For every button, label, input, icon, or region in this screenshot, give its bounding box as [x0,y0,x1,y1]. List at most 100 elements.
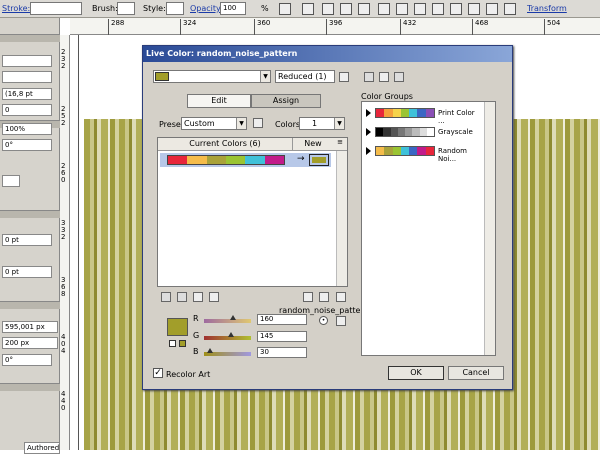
color-groups-scrollbar[interactable] [484,102,495,355]
stroke-field[interactable] [30,2,82,15]
align-panel-header[interactable] [0,383,60,391]
distribute-bottom-icon[interactable] [468,3,480,15]
table-menu-icon[interactable]: ≡ [333,138,347,151]
color-group-swatches[interactable] [375,127,435,137]
chevron-down-icon[interactable]: ▼ [334,118,344,129]
color-group-row[interactable]: Grayscale [362,125,482,139]
color-swatch[interactable] [187,156,207,164]
active-colors-field[interactable]: Reduced (1) [275,70,335,83]
expand-triangle-icon[interactable] [366,109,371,117]
new-group-icon[interactable] [379,72,389,82]
align-top-icon[interactable] [378,3,390,15]
recolor-art-checkbox[interactable]: ✓ [153,368,163,378]
distribute-center-icon[interactable] [504,3,516,15]
color-swatch[interactable] [225,156,246,164]
table-scrollbar[interactable] [336,151,347,286]
rotation-field[interactable]: 0° [2,139,52,151]
table-row[interactable]: → [160,153,331,167]
align-right-icon[interactable] [358,3,370,15]
brush-picker[interactable] [117,2,135,15]
distribute-middle-icon[interactable] [450,3,462,15]
preset-select[interactable]: Custom ▼ [181,117,247,130]
save-changes-icon[interactable] [339,72,349,82]
tab-assign[interactable]: Assign [251,94,321,108]
tracking-field[interactable]: 0 [2,104,52,116]
dialog-title[interactable]: Live Color: random_noise_pattern [143,46,512,62]
limit-to-library-icon[interactable] [336,316,346,326]
panel-select-1[interactable] [2,55,52,67]
arrow-right-icon[interactable]: → [297,154,305,164]
width-field[interactable]: 595,001 px [2,321,58,333]
distribute-left-icon[interactable] [486,3,498,15]
space-field[interactable]: 0 pt [2,266,52,278]
shear-field[interactable]: 0° [2,354,52,366]
height-field[interactable]: 200 px [2,337,58,349]
g-slider-thumb[interactable] [227,332,234,337]
preset-options-icon[interactable] [253,118,263,128]
fill-color-preview[interactable] [167,318,188,336]
expand-triangle-icon[interactable] [366,147,371,155]
paragraph-panel-header[interactable] [0,210,60,218]
exclude-colors-icon[interactable] [193,292,203,302]
style-picker[interactable] [166,2,184,15]
current-colors-swatches[interactable] [167,155,285,165]
panel-select-2[interactable] [2,71,52,83]
indent-field[interactable]: 0 pt [2,234,52,246]
color-group-swatches[interactable] [375,108,435,118]
randomize-order-icon[interactable] [303,292,313,302]
merge-colors-icon[interactable] [161,292,171,302]
expand-triangle-icon[interactable] [366,128,371,136]
b-slider[interactable] [204,348,251,356]
recolor-artwork-icon[interactable] [279,3,291,15]
cube-icon[interactable] [169,340,176,347]
color-group-row[interactable]: Print Color ... [362,106,482,125]
g-slider[interactable] [204,332,251,340]
separate-colors-icon[interactable] [177,292,187,302]
new-row-icon[interactable] [209,292,219,302]
color-swatch[interactable] [245,156,265,164]
chevron-down-icon[interactable]: ▼ [260,71,270,82]
new-color-group-icon[interactable] [364,72,374,82]
align-left-icon[interactable] [322,3,334,15]
transform-panel-header[interactable] [0,301,60,309]
gear-icon[interactable] [302,3,314,15]
panel-header[interactable] [0,34,60,42]
chevron-down-icon[interactable]: ▼ [236,118,246,129]
magnifier-icon[interactable] [336,292,346,302]
new-color-swatch[interactable] [309,154,329,166]
align-center-icon[interactable] [340,3,352,15]
align-middle-icon[interactable] [396,3,408,15]
panel-select-3[interactable] [2,175,20,187]
font-size-field[interactable]: (16,8 pt [2,88,52,100]
transform-link[interactable]: Transform [527,4,567,13]
scale-field[interactable]: 100% [2,123,52,135]
randomize-saturation-icon[interactable] [319,292,329,302]
current-colors-header[interactable]: Current Colors (6) [158,138,293,151]
color-swatch[interactable] [206,156,226,164]
b-slider-thumb[interactable] [206,348,213,353]
distribute-top-icon[interactable] [432,3,444,15]
color-group-swatches[interactable] [375,146,435,156]
color-swatch[interactable] [264,156,284,164]
g-input[interactable]: 145 [257,331,307,342]
r-slider[interactable] [204,315,251,323]
harmony-rule-select[interactable]: ▼ [153,70,271,83]
cancel-button[interactable]: Cancel [448,366,504,380]
colors-count-select[interactable]: 1 ▼ [299,117,345,130]
color-swatch[interactable] [168,156,188,164]
mini-swatch[interactable] [179,340,186,347]
r-input[interactable]: 160 [257,314,307,325]
opacity-input[interactable]: 100 [220,2,246,15]
ok-button[interactable]: OK [388,366,444,380]
tab-edit[interactable]: Edit [187,94,251,108]
color-group-row[interactable]: Random Noi... [362,144,482,163]
b-input[interactable]: 30 [257,347,307,358]
trash-icon[interactable] [394,72,404,82]
stroke-label[interactable]: Stroke: [2,4,30,13]
opacity-label[interactable]: Opacity: [190,4,223,13]
r-slider-thumb[interactable] [230,315,237,320]
align-bottom-icon[interactable] [414,3,426,15]
color-mode-icon[interactable]: • [319,316,328,325]
new-header[interactable]: New [293,138,333,151]
recolor-art-label[interactable]: Recolor Art [166,370,210,379]
